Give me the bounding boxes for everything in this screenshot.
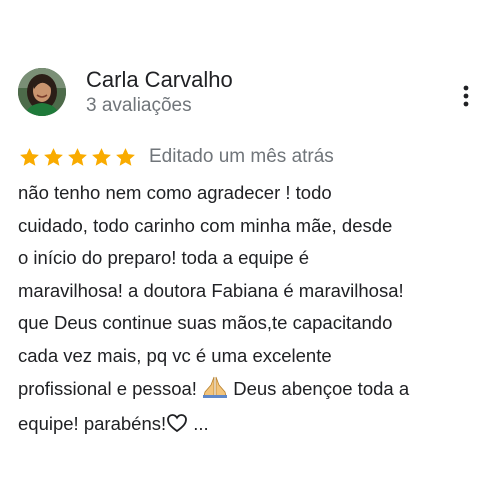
rating-row: Editado um mês atrás [18, 144, 334, 170]
star-icon [44, 147, 63, 166]
review-line: profissional e pessoa! Deus abençoe toda… [18, 373, 488, 409]
review-date: Editado um mês atrás [149, 146, 334, 167]
praying-hands-icon [202, 376, 228, 409]
review-line: equipe! parabéns! ... [18, 408, 488, 444]
star-icon [116, 147, 135, 166]
review-line: cada vez mais, pq vc é uma excelente [18, 344, 332, 366]
white-heart-icon [166, 411, 188, 444]
vertical-dots-icon [463, 85, 469, 107]
review-line: maravilhosa! a doutora Fabiana é maravil… [18, 279, 404, 301]
review-card: Carla Carvalho 3 avaliações Editado um m… [0, 0, 500, 500]
star-icon [68, 147, 87, 166]
read-more-ellipsis[interactable]: ... [193, 413, 208, 434]
review-line-segment: Deus abençoe toda a [233, 377, 410, 399]
star-rating [18, 146, 137, 169]
author-avatar[interactable] [18, 68, 66, 116]
author-name[interactable]: Carla Carvalho [86, 67, 233, 93]
star-icon [92, 147, 111, 166]
review-line-segment: profissional e pessoa! [18, 377, 197, 399]
review-line: não tenho nem como agradecer ! todo [18, 182, 332, 203]
review-text: não tenho nem como agradecer ! todo cuid… [18, 177, 488, 444]
review-line: cuidado, todo carinho com minha mãe, des… [18, 214, 393, 236]
star-icon [20, 147, 39, 166]
review-line: que Deus continue suas mãos,te capacitan… [18, 312, 393, 334]
review-line-segment: equipe! parabéns! [18, 413, 167, 435]
more-options-button[interactable] [452, 82, 480, 110]
avatar-photo-icon [18, 68, 66, 116]
review-line: o início do preparo! toda a equipe é [18, 247, 310, 269]
author-review-count[interactable]: 3 avaliações [86, 95, 192, 117]
